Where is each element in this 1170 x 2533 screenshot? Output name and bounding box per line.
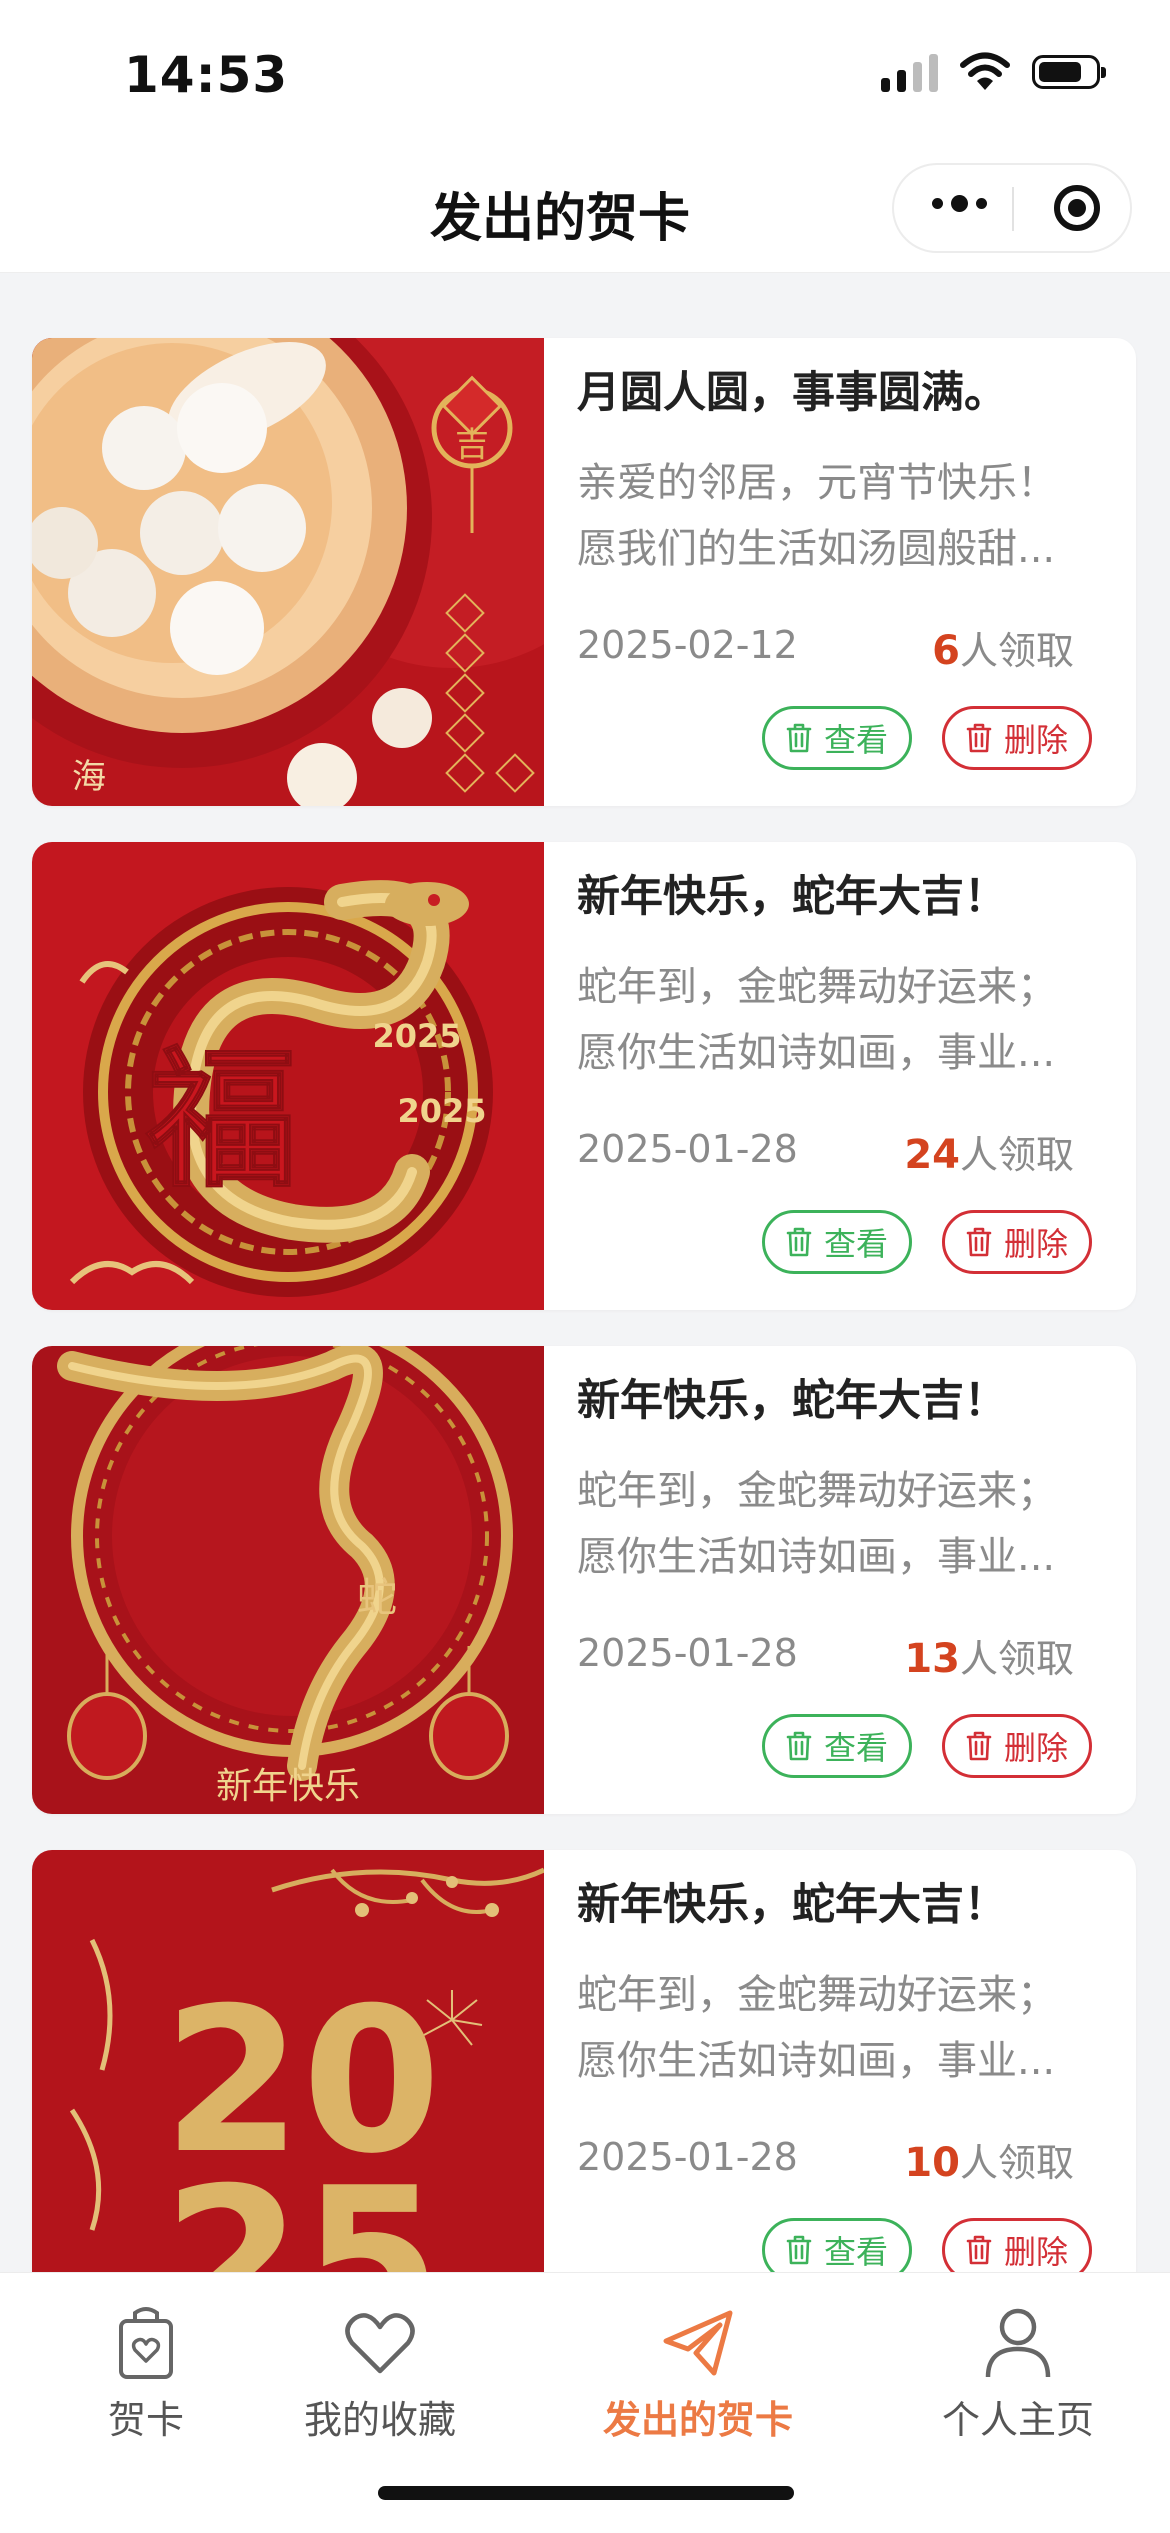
tab-sent-cards[interactable]: 发出的贺卡 bbox=[552, 2303, 844, 2444]
paper-plane-icon bbox=[663, 2310, 733, 2376]
card-message: 蛇年到，金蛇舞动好运来； 愿你生活如诗如画，事业... bbox=[577, 1972, 1057, 2084]
tab-label: 我的收藏 bbox=[303, 2398, 456, 2442]
tab-favorites[interactable]: 我的收藏 bbox=[234, 2303, 526, 2444]
status-time: 14:53 bbox=[124, 46, 289, 104]
claim-count: 24人领取 bbox=[904, 1132, 1074, 1178]
tab-label: 发出的贺卡 bbox=[602, 2398, 793, 2442]
view-button[interactable]: 查看 bbox=[762, 1714, 912, 1778]
card-thumbnail[interactable]: 20 25 bbox=[32, 1850, 544, 2318]
capsule-divider bbox=[1012, 187, 1014, 231]
card-title: 新年快乐，蛇年大吉！ bbox=[577, 1880, 1007, 1930]
trash-icon bbox=[786, 1227, 812, 1257]
battery-icon bbox=[1032, 55, 1106, 89]
trash-icon bbox=[966, 723, 992, 753]
close-target-icon[interactable] bbox=[1054, 185, 1100, 231]
status-icons bbox=[881, 52, 1106, 92]
wifi-icon bbox=[960, 52, 1010, 90]
home-indicator[interactable] bbox=[378, 2486, 794, 2500]
mini-program-capsule bbox=[892, 163, 1132, 253]
status-bar: 14:53 bbox=[0, 0, 1170, 150]
card-date: 2025-01-28 bbox=[577, 2135, 798, 2179]
card-message: 蛇年到，金蛇舞动好运来； 愿你生活如诗如画，事业... bbox=[577, 964, 1057, 1076]
tab-label: 个人主页 bbox=[941, 2398, 1094, 2442]
card-title: 新年快乐，蛇年大吉！ bbox=[577, 1376, 1007, 1426]
trash-icon bbox=[966, 1731, 992, 1761]
svg-text:新年快乐: 新年快乐 bbox=[216, 1766, 360, 1807]
view-button[interactable]: 查看 bbox=[762, 706, 912, 770]
card-thumbnail[interactable]: 蛇 新年快乐 bbox=[32, 1346, 544, 1814]
nav-bar: 发出的贺卡 bbox=[0, 150, 1170, 273]
trash-icon bbox=[966, 1227, 992, 1257]
svg-text:福: 福 bbox=[146, 1032, 297, 1208]
svg-text:吉: 吉 bbox=[455, 425, 489, 465]
more-icon[interactable] bbox=[932, 195, 987, 212]
card-date: 2025-02-12 bbox=[577, 623, 798, 667]
view-button[interactable]: 查看 bbox=[762, 1210, 912, 1274]
card-bag-icon bbox=[119, 2307, 173, 2379]
card-title: 新年快乐，蛇年大吉！ bbox=[577, 872, 1007, 922]
heart-icon bbox=[345, 2313, 415, 2374]
card-item[interactable]: 福 2025 2025 新年快乐，蛇年大吉！ 蛇年到，金蛇舞动好运来； 愿你生活… bbox=[32, 842, 1136, 1310]
delete-button[interactable]: 删除 bbox=[942, 1714, 1092, 1778]
sent-cards-list: 吉 海 月圆人圆，事事圆满。 亲爱的邻居，元宵节快乐！ 愿我们的生活如汤圆般甜.… bbox=[32, 338, 1136, 2354]
card-item[interactable]: 吉 海 月圆人圆，事事圆满。 亲爱的邻居，元宵节快乐！ 愿我们的生活如汤圆般甜.… bbox=[32, 338, 1136, 806]
trash-icon bbox=[786, 1731, 812, 1761]
person-icon bbox=[985, 2308, 1051, 2378]
card-thumbnail[interactable]: 吉 海 bbox=[32, 338, 544, 806]
card-message: 蛇年到，金蛇舞动好运来； 愿你生活如诗如画，事业... bbox=[577, 1468, 1057, 1580]
delete-button[interactable]: 删除 bbox=[942, 706, 1092, 770]
card-date: 2025-01-28 bbox=[577, 1631, 798, 1675]
claim-count: 6人领取 bbox=[932, 628, 1074, 674]
card-item[interactable]: 20 25 新年快乐，蛇年大吉！ 蛇年到，金蛇舞动好运来； 愿你生活如诗如画，事… bbox=[32, 1850, 1136, 2318]
card-item[interactable]: 蛇 新年快乐 新年快乐，蛇年大吉！ 蛇年到，金蛇舞动好运来； 愿你生活如诗如画，… bbox=[32, 1346, 1136, 1814]
svg-text:2025: 2025 bbox=[397, 1092, 486, 1130]
delete-button[interactable]: 删除 bbox=[942, 1210, 1092, 1274]
trash-icon bbox=[786, 723, 812, 753]
tab-profile[interactable]: 个人主页 bbox=[872, 2303, 1164, 2444]
trash-icon bbox=[786, 2235, 812, 2265]
svg-text:海: 海 bbox=[72, 757, 106, 797]
claim-count: 10人领取 bbox=[904, 2140, 1074, 2186]
svg-text:蛇: 蛇 bbox=[357, 1575, 397, 1621]
trash-icon bbox=[966, 2235, 992, 2265]
cellular-signal-icon bbox=[881, 52, 938, 92]
card-title: 月圆人圆，事事圆满。 bbox=[577, 368, 1007, 418]
svg-text:2025: 2025 bbox=[372, 1017, 461, 1055]
claim-count: 13人领取 bbox=[904, 1636, 1074, 1682]
card-date: 2025-01-28 bbox=[577, 1127, 798, 1171]
card-message: 亲爱的邻居，元宵节快乐！ 愿我们的生活如汤圆般甜... bbox=[577, 460, 1057, 572]
card-thumbnail[interactable]: 福 2025 2025 bbox=[32, 842, 544, 1310]
